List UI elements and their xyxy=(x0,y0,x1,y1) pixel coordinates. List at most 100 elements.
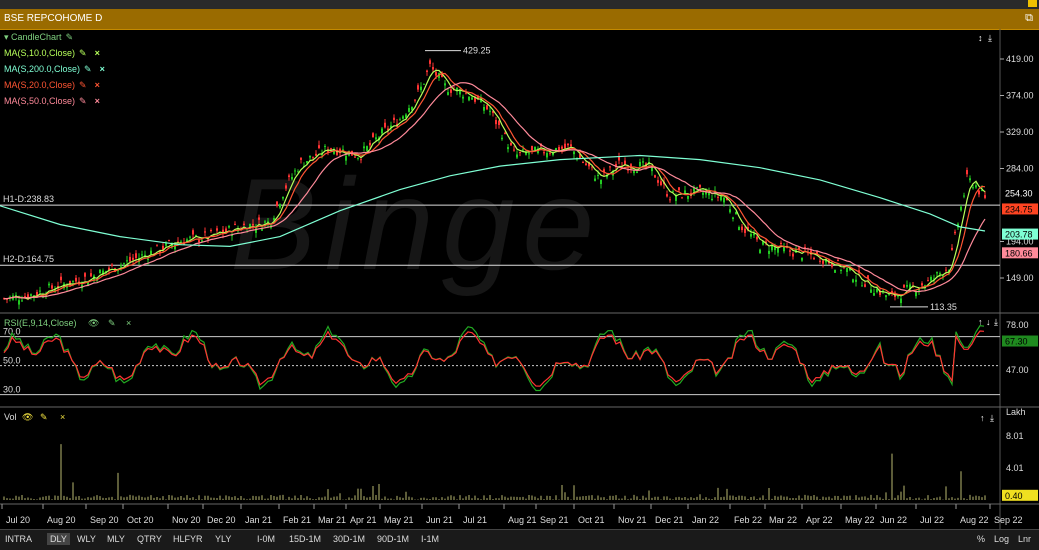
price-axis-label: 149.00 xyxy=(1006,273,1034,283)
close-icon[interactable] xyxy=(1028,0,1037,7)
pencil-icon[interactable]: ✎ xyxy=(79,96,87,107)
candle-body xyxy=(447,92,449,95)
candle-body xyxy=(288,175,290,178)
legend-candle-label: CandleChart xyxy=(11,32,62,42)
legend-ma-1[interactable]: MA(S,200.0,Close) ✎ × xyxy=(4,64,105,75)
range-button-i-1m[interactable]: I-1M xyxy=(421,534,439,544)
candle-body xyxy=(756,236,758,240)
range-button-90d-1m[interactable]: 90D-1M xyxy=(377,534,409,544)
candle-body xyxy=(402,116,404,119)
x-axis-label: Oct 20 xyxy=(127,515,154,525)
pencil-icon[interactable]: ✎ xyxy=(79,80,87,91)
pencil-icon[interactable]: ✎ xyxy=(79,48,87,59)
x-axis-label: Mar 22 xyxy=(769,515,797,525)
remove-icon[interactable]: × xyxy=(100,64,105,74)
pencil-icon: ✎ xyxy=(40,412,48,422)
legend-candle[interactable]: ▾ CandleChart ✎ xyxy=(4,32,73,43)
candle-body xyxy=(39,290,41,292)
period-button-hlfyr[interactable]: HLFYR xyxy=(173,534,203,544)
candle-body xyxy=(363,146,365,149)
legend-ma-label: MA(S,50.0,Close) xyxy=(4,96,76,106)
candle-body xyxy=(936,272,938,274)
x-axis-label: Oct 21 xyxy=(578,515,605,525)
pencil-icon[interactable]: ✎ xyxy=(84,64,92,75)
candle-body xyxy=(291,177,293,180)
scroll-icon: ↕ xyxy=(978,33,983,43)
candle-body xyxy=(564,143,566,149)
candle-body xyxy=(681,197,683,199)
period-button-yly[interactable]: YLY xyxy=(215,534,231,544)
legend-ma-2[interactable]: MA(S,20.0,Close) ✎ × xyxy=(4,80,100,91)
candle-body xyxy=(678,187,680,191)
period-button-mly[interactable]: MLY xyxy=(107,534,125,544)
period-button-qtry[interactable]: QTRY xyxy=(137,534,162,544)
candle-body xyxy=(315,153,317,156)
scale-button-lnr[interactable]: Lnr xyxy=(1018,534,1031,544)
candle-body xyxy=(801,257,803,261)
candle-body xyxy=(279,204,281,208)
period-button-dly[interactable]: DLY xyxy=(47,533,70,545)
x-axis-label: Nov 20 xyxy=(172,515,201,525)
remove-icon[interactable]: × xyxy=(95,48,100,58)
candle-body xyxy=(759,249,761,254)
x-axis-label: Apr 22 xyxy=(806,515,833,525)
chart-titlebar: BSE REPCOHOME D ⧉ xyxy=(0,9,1039,30)
candle-body xyxy=(357,157,359,159)
legend-ma-label: MA(S,20.0,Close) xyxy=(4,80,76,90)
restore-icon[interactable]: ⧉ xyxy=(1025,12,1033,25)
x-axis-label: Jul 21 xyxy=(463,515,487,525)
price-axis-label: 374.00 xyxy=(1006,91,1034,101)
range-button-15d-1m[interactable]: 15D-1M xyxy=(289,534,321,544)
candle-body xyxy=(420,86,422,91)
rsi-level-label: 30.0 xyxy=(3,385,21,395)
candle-body xyxy=(423,83,425,85)
price-badge-text: 203.78 xyxy=(1005,230,1033,240)
candle-body xyxy=(633,170,635,174)
candle-body xyxy=(729,209,731,213)
scale-button-percent[interactable]: % xyxy=(977,534,985,544)
candle-body xyxy=(126,260,128,262)
x-axis-label: Dec 20 xyxy=(207,515,236,525)
candle-body xyxy=(789,250,791,252)
eye-icon: 👁 xyxy=(22,412,33,422)
remove-icon[interactable]: × xyxy=(95,96,100,106)
candle-body xyxy=(429,60,431,64)
legend-ma-3[interactable]: MA(S,50.0,Close) ✎ × xyxy=(4,96,100,107)
chart-canvas[interactable]: ↕ ⤓↑ ↓ ⤓↑ ⤓419.00374.00329.00284.00194.00149… xyxy=(0,29,1039,529)
chart-area[interactable]: Binge ↕ ⤓ ↑ ↓ ⤓ ↑ ⤓ 419.00 374.00 329.00 284.00 194… xyxy=(0,29,1039,529)
rsi-axis-label: 78.00 xyxy=(1006,320,1029,330)
candle-body xyxy=(567,143,569,146)
candle-body xyxy=(741,226,743,231)
candle-body xyxy=(561,146,563,149)
period-button-wly[interactable]: WLY xyxy=(77,534,96,544)
scale-button-log[interactable]: Log xyxy=(994,534,1009,544)
remove-icon: × xyxy=(60,412,65,422)
candle-body xyxy=(963,195,965,197)
candle-body xyxy=(966,170,968,175)
remove-icon[interactable]: × xyxy=(95,80,100,90)
candle-body xyxy=(675,196,677,201)
candle-body xyxy=(399,119,401,121)
candle-body xyxy=(921,283,923,286)
candle-body xyxy=(345,155,347,161)
range-button-30d-1m[interactable]: 30D-1M xyxy=(333,534,365,544)
candle-body xyxy=(75,277,77,282)
collapse-icon[interactable]: ▾ xyxy=(4,32,11,42)
candle-body xyxy=(192,230,194,235)
range-button-i-0m[interactable]: I-0M xyxy=(257,534,275,544)
candle-body xyxy=(489,110,491,112)
legend-ma-0[interactable]: MA(S,10.0,Close) ✎ × xyxy=(4,48,100,59)
candle-body xyxy=(585,163,587,165)
candle-body xyxy=(837,260,839,262)
candle-body xyxy=(381,128,383,134)
eye-icon: 👁 xyxy=(88,318,99,328)
vol-badge-text: 0.40 xyxy=(1005,491,1023,501)
pencil-icon[interactable]: ✎ xyxy=(66,32,74,43)
candle-body xyxy=(975,185,977,188)
period-button-intra[interactable]: INTRA xyxy=(5,534,32,544)
candle-body xyxy=(471,97,473,100)
candle-body xyxy=(639,161,641,167)
candle-body xyxy=(30,294,32,296)
candle-body xyxy=(960,206,962,211)
candle-body xyxy=(309,155,311,158)
